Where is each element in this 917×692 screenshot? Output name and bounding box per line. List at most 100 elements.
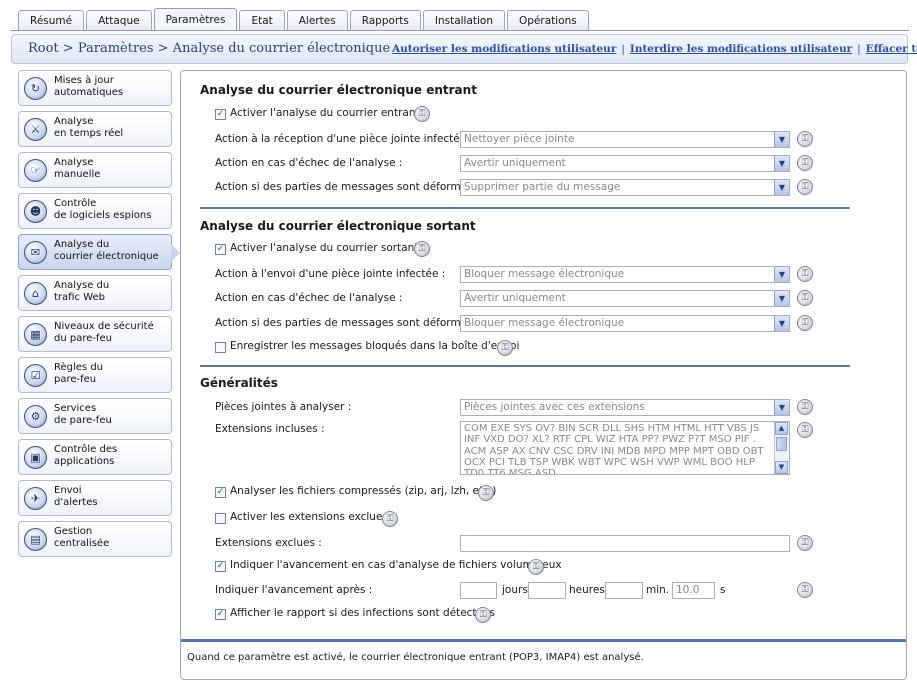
tab-operations[interactable]: Opérations xyxy=(507,10,589,31)
textarea-scrollbar[interactable]: ▲ ▼ xyxy=(774,422,789,474)
incoming-enable-checkbox[interactable]: ✓ xyxy=(215,109,226,120)
scroll-down-icon[interactable]: ▼ xyxy=(775,461,788,474)
lock-icon[interactable]: ⚿ xyxy=(797,535,813,551)
firewall-rules-icon: ☑ xyxy=(24,364,47,387)
minutes-input[interactable] xyxy=(605,582,643,599)
sidebar-item-mail-scan[interactable]: ✉ Analyse du courrier électronique xyxy=(18,234,180,270)
scroll-up-icon[interactable]: ▲ xyxy=(775,422,788,435)
lock-icon[interactable]: ⚿ xyxy=(797,179,813,195)
central-management-icon: ▤ xyxy=(24,528,47,551)
seconds-input[interactable]: 10.0 xyxy=(672,582,715,599)
sidebar-item-label: Gestion xyxy=(54,526,93,537)
firewall-services-icon: ⚙ xyxy=(24,405,47,428)
sidebar-item-label: Analyse xyxy=(54,157,94,168)
tab-attaque[interactable]: Attaque xyxy=(86,10,152,31)
lock-icon[interactable]: ⚿ xyxy=(414,241,430,257)
sidebar-item-web-traffic[interactable]: ⌂ Analyse du trafic Web xyxy=(18,275,172,311)
excluded-enable-label: Activer les extensions exclues xyxy=(230,511,388,523)
tab-rapports[interactable]: Rapports xyxy=(349,10,421,31)
hours-input[interactable] xyxy=(528,582,566,599)
sidebar-item-manual-scan[interactable]: ☞ Analyse manuelle xyxy=(18,152,172,188)
lock-icon[interactable]: ⚿ xyxy=(797,399,813,415)
lock-icon[interactable]: ⚿ xyxy=(497,340,513,356)
update-icon: ↻ xyxy=(24,77,47,100)
tab-resume[interactable]: Résumé xyxy=(18,10,85,31)
sidebar-item-label: Mises à jour xyxy=(54,75,114,86)
sidebar-item-central-management[interactable]: ▤ Gestion centralisée xyxy=(18,521,172,557)
section-divider xyxy=(200,365,850,367)
sidebar-item-label: manuelle xyxy=(54,169,101,180)
lock-icon[interactable]: ⚿ xyxy=(797,131,813,147)
sidebar-item-spyware[interactable]: ☻ Contrôle de logiciels espions xyxy=(18,193,172,229)
lock-icon[interactable]: ⚿ xyxy=(797,290,813,306)
progress-checkbox[interactable]: ✓ xyxy=(215,561,226,572)
scroll-thumb[interactable] xyxy=(776,437,787,451)
tab-etat[interactable]: Etat xyxy=(239,10,285,31)
days-unit: jours xyxy=(502,584,528,596)
allow-changes-link[interactable]: Autoriser les modifications utilisateur xyxy=(392,43,616,55)
sidebar-item-alerts[interactable]: ✈ Envoi d'alertes xyxy=(18,480,172,516)
outgoing-malformed-select[interactable]: Bloquer message électronique ▼ xyxy=(460,315,790,332)
sidebar-item-label: Analyse xyxy=(54,116,94,127)
sidebar-item-label: pare-feu xyxy=(54,374,97,385)
spyware-icon: ☻ xyxy=(24,200,47,223)
sidebar-item-firewall-rules[interactable]: ☑ Règles du pare-feu xyxy=(18,357,172,393)
excluded-enable-checkbox[interactable] xyxy=(215,513,226,524)
lock-icon[interactable]: ⚿ xyxy=(797,422,813,438)
compressed-checkbox[interactable]: ✓ xyxy=(215,487,226,498)
lock-icon[interactable]: ⚿ xyxy=(475,607,491,623)
lock-icon[interactable]: ⚿ xyxy=(414,106,430,122)
chevron-down-icon: ▼ xyxy=(774,132,789,147)
tab-alertes[interactable]: Alertes xyxy=(286,10,348,31)
lock-icon[interactable]: ⚿ xyxy=(797,582,813,598)
days-input[interactable] xyxy=(460,582,497,599)
sidebar-item-firewall-services[interactable]: ⚙ Services de pare-feu xyxy=(18,398,172,434)
outgoing-section-title: Analyse du courrier électronique sortant xyxy=(200,219,476,233)
progress-after-label: Indiquer l'avancement après : xyxy=(215,584,373,596)
sidebar-item-updates[interactable]: ↻ Mises à jour automatiques xyxy=(18,70,172,106)
select-value: Bloquer message électronique xyxy=(464,268,625,280)
incoming-failure-label: Action en cas d'échec de l'analyse : xyxy=(215,157,403,169)
sidebar-item-label: de logiciels espions xyxy=(54,210,152,221)
select-value: Avertir uniquement xyxy=(464,292,566,304)
included-extensions-textarea[interactable]: COM EXE SYS OV? BIN SCR DLL SHS HTM HTML… xyxy=(460,421,790,475)
incoming-failure-select[interactable]: Avertir uniquement ▼ xyxy=(460,155,790,172)
outgoing-enable-checkbox[interactable]: ✓ xyxy=(215,244,226,255)
sidebar-item-label: d'alertes xyxy=(54,497,98,508)
chevron-down-icon: ▼ xyxy=(774,316,789,331)
lock-icon[interactable]: ⚿ xyxy=(797,155,813,171)
outgoing-infected-label: Action à l'envoi d'une pièce jointe infe… xyxy=(215,268,446,280)
app-control-icon: ▣ xyxy=(24,446,47,469)
save-blocked-checkbox[interactable] xyxy=(215,342,226,353)
outgoing-enable-label: Activer l'analyse du courrier sortant xyxy=(230,242,419,254)
incoming-enable-label: Activer l'analyse du courrier entrant xyxy=(230,107,420,119)
sidebar-item-label: Contrôle xyxy=(54,198,97,209)
link-separator: | xyxy=(621,43,625,55)
incoming-infected-select[interactable]: Nettoyer pièce jointe ▼ xyxy=(460,131,790,148)
active-arrow-icon xyxy=(171,244,180,262)
included-extensions-value: COM EXE SYS OV? BIN SCR DLL SHS HTM HTML… xyxy=(464,423,764,475)
sidebar-item-label: Services xyxy=(54,403,97,414)
attachments-select[interactable]: Pièces jointes avec ces extensions ▼ xyxy=(460,399,790,416)
outgoing-failure-select[interactable]: Avertir uniquement ▼ xyxy=(460,290,790,307)
lock-icon[interactable]: ⚿ xyxy=(478,485,494,501)
lock-icon[interactable]: ⚿ xyxy=(382,511,398,527)
sidebar-item-realtime-scan[interactable]: ⚔ Analyse en temps réel xyxy=(18,111,172,147)
tab-parametres[interactable]: Paramètres xyxy=(153,8,238,31)
forbid-changes-link[interactable]: Interdire les modifications utilisateur xyxy=(630,43,852,55)
lock-icon[interactable]: ⚿ xyxy=(797,266,813,282)
sidebar-item-app-control[interactable]: ▣ Contrôle des applications xyxy=(18,439,172,475)
tab-installation[interactable]: Installation xyxy=(422,10,506,31)
sidebar-item-label: applications xyxy=(54,456,115,467)
lock-icon[interactable]: ⚿ xyxy=(797,315,813,331)
lock-icon[interactable]: ⚿ xyxy=(528,559,544,575)
clear-all-link[interactable]: Effacer tout... xyxy=(866,43,917,55)
sidebar-item-label: Analyse du xyxy=(54,280,110,291)
sidebar-item-firewall-levels[interactable]: ▦ Niveaux de sécurité du pare-feu xyxy=(18,316,172,352)
minutes-unit: min. xyxy=(646,584,670,596)
incoming-malformed-select[interactable]: Supprimer partie du message ▼ xyxy=(460,179,790,196)
sidebar-item-label: de pare-feu xyxy=(54,415,112,426)
report-checkbox[interactable]: ✓ xyxy=(215,609,226,620)
excluded-extensions-input[interactable] xyxy=(460,535,790,552)
outgoing-infected-select[interactable]: Bloquer message électronique ▼ xyxy=(460,266,790,283)
